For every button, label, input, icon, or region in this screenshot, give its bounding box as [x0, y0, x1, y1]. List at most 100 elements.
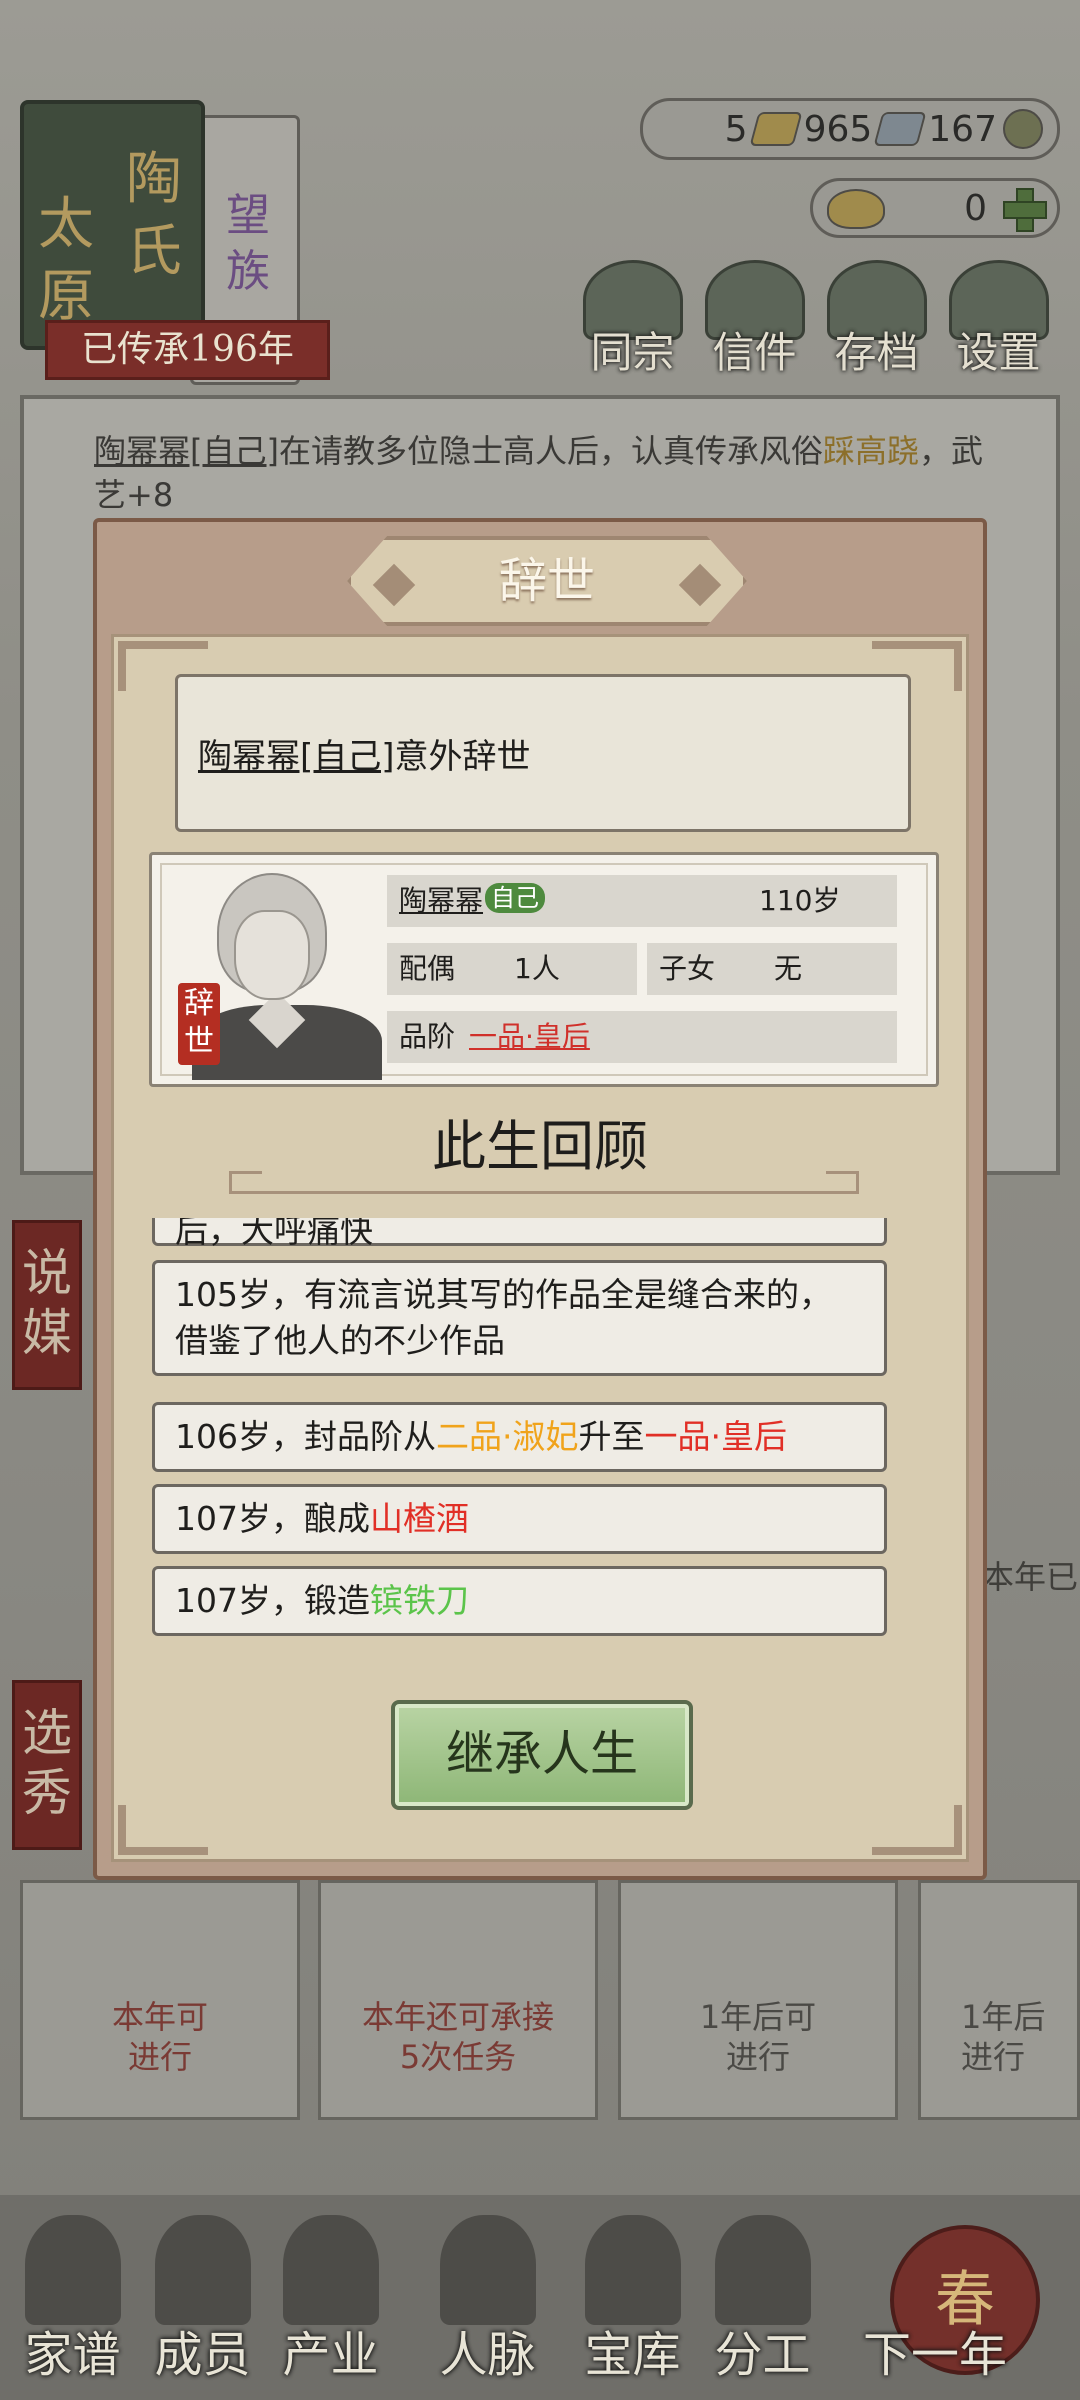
children-value: 无: [774, 952, 803, 985]
event-log-line: 陶幂幂[自己]在请教多位隐士高人后，认真传承风俗踩高跷，武艺+8: [94, 429, 1014, 517]
nav-network[interactable]: 人脉: [425, 2215, 550, 2395]
log-text: 在请教多位隐士高人后，认真传承风俗: [278, 432, 823, 470]
log-person-name: 陶幂幂[自己]: [94, 432, 279, 470]
family-tree-icon: [24, 2215, 121, 2325]
silver-bar-count: 965: [803, 108, 873, 150]
item-name-text: 镔铁刀: [370, 1581, 469, 1620]
children-label: 子女: [659, 952, 716, 985]
nav-label: 人脉: [439, 2327, 536, 2383]
partial-status-text: 本年已: [982, 1558, 1079, 1596]
nav-next-year[interactable]: 下一年: [845, 2215, 1025, 2395]
members-icon: [154, 2215, 251, 2325]
clan-name-book: 太 原 陶 氏: [20, 100, 205, 350]
silver-bar-icon: [873, 112, 927, 146]
matchmaking-label: 说媒: [22, 1244, 72, 1362]
activity-card[interactable]: 1年后可 进行: [618, 1880, 898, 2120]
new-rank-text: 一品·皇后: [644, 1417, 788, 1456]
life-review-list[interactable]: 后，大呼痛快 105岁，有流言说其写的作品全是缝合来的，借鉴了他人的不少作品 1…: [147, 1218, 947, 1638]
settings-button-label: 设置: [956, 328, 1041, 377]
review-item: 后，大呼痛快: [152, 1218, 887, 1250]
save-button[interactable]: 存档: [819, 260, 934, 380]
top-menu: 同宗 信件 存档 设置: [575, 260, 1075, 380]
profile-spouse-row: 配偶 1人: [387, 943, 637, 995]
nav-members[interactable]: 成员: [140, 2215, 265, 2395]
card-status: 本年可 进行: [111, 1998, 208, 2076]
dialog-title: 辞世: [498, 553, 595, 609]
log-highlight: 踩高跷: [823, 432, 920, 470]
review-item: 107岁，酿成山楂酒: [152, 1484, 887, 1554]
deceased-name-link[interactable]: 陶幂幂[自己]: [198, 737, 395, 777]
deceased-seal: 辞世: [178, 983, 220, 1065]
clan-button-label: 同宗: [590, 328, 675, 377]
profile-age: 110岁: [759, 884, 841, 917]
death-dialog: 辞世 陶幂幂[自己]意外辞世 辞世 陶幂幂自己 110岁 配偶 1人 子女 无: [93, 518, 987, 1880]
nav-label: 下一年: [862, 2327, 1007, 2383]
letters-button[interactable]: 信件: [697, 260, 812, 380]
letters-button-label: 信件: [712, 328, 797, 377]
activity-card[interactable]: 本年可 进行: [20, 1880, 300, 2120]
death-event-text: 陶幂幂[自己]意外辞世: [198, 729, 531, 778]
nav-label: 产业: [282, 2327, 379, 2383]
matchmaking-tag[interactable]: 说媒: [12, 1220, 82, 1390]
profile-rank-row: 品阶 一品·皇后: [387, 1011, 897, 1063]
gold-bar-count: 5: [724, 108, 748, 150]
clan-button[interactable]: 同宗: [575, 260, 690, 380]
ingot-count: 0: [964, 187, 987, 229]
clan-family-char: 氏: [126, 219, 182, 284]
item-name-text: 山楂酒: [370, 1499, 469, 1538]
settings-button[interactable]: 设置: [941, 260, 1056, 380]
life-review-title: 此生回顾: [432, 1115, 648, 1178]
activity-card[interactable]: 本年还可承接 5次任务: [318, 1880, 598, 2120]
bottom-nav: 家谱 成员 产业 人脉 宝库 分工 春 下一年: [0, 2195, 1080, 2400]
nav-division[interactable]: 分工: [700, 2215, 825, 2395]
nav-family-tree[interactable]: 家谱: [10, 2215, 135, 2395]
nav-label: 宝库: [584, 2327, 681, 2383]
spouse-value: 1人: [514, 952, 560, 985]
copper-coin-icon: [1003, 109, 1043, 149]
inherit-life-button[interactable]: 继承人生: [391, 1700, 693, 1810]
corner-ornament: [118, 1805, 208, 1855]
clan-rank-char: 族: [226, 246, 270, 297]
corner-ornament: [872, 1805, 962, 1855]
ingot-bar: 0: [810, 178, 1060, 238]
old-rank-text: 二品·淑妃: [436, 1417, 579, 1456]
clan-rank-char: 望: [226, 190, 270, 241]
nav-treasury[interactable]: 宝库: [570, 2215, 695, 2395]
nav-label: 家谱: [24, 2327, 121, 2383]
card-status: 1年后 进行: [961, 1998, 1046, 2076]
death-event-desc: 意外辞世: [394, 737, 531, 777]
selection-label: 选秀: [22, 1704, 72, 1822]
clan-book-banner[interactable]: 望 族 太 原 陶 氏 已传承196年: [10, 95, 330, 385]
rank-value-link[interactable]: 一品·皇后: [469, 1011, 590, 1063]
activity-card[interactable]: 1年后 进行: [918, 1880, 1080, 2120]
card-status: 1年后可 进行: [699, 1998, 817, 2076]
profile-name[interactable]: 陶幂幂: [399, 884, 483, 917]
review-item: 105岁，有流言说其写的作品全是缝合来的，借鉴了他人的不少作品: [152, 1260, 887, 1376]
add-ingot-icon[interactable]: [1001, 186, 1047, 232]
selection-tag[interactable]: 选秀: [12, 1680, 82, 1850]
copper-coin-count: 167: [928, 108, 997, 150]
treasury-icon: [584, 2215, 681, 2325]
nav-label: 成员: [154, 2327, 251, 2383]
profile-children-row: 子女 无: [647, 943, 897, 995]
card-status: 本年还可承接 5次任务: [361, 1998, 554, 2076]
self-badge: 自己: [485, 883, 546, 913]
gold-bar-icon: [749, 112, 803, 146]
heritage-ribbon: 已传承196年: [45, 320, 330, 380]
nav-label: 分工: [714, 2327, 811, 2383]
save-button-label: 存档: [834, 328, 919, 377]
profile-card: 辞世 陶幂幂 自己 110岁 配偶 1人 子女 无 品阶 一品·皇后: [149, 852, 939, 1087]
spouse-label: 配偶: [399, 952, 456, 985]
profile-name-row: 陶幂幂 自己 110岁: [387, 875, 897, 927]
review-item: 106岁，封品阶从二品·淑妃升至一品·皇后: [152, 1402, 887, 1472]
death-event-box: 陶幂幂[自己]意外辞世: [175, 674, 911, 832]
nav-industry[interactable]: 产业: [268, 2215, 393, 2395]
rank-label: 品阶: [399, 1020, 456, 1053]
division-scroll-icon: [714, 2215, 811, 2325]
review-item: 107岁，锻造镔铁刀: [152, 1566, 887, 1636]
clan-place-char: 太: [38, 192, 94, 257]
review-divider: [229, 1171, 859, 1194]
network-icon: [439, 2215, 536, 2325]
resource-bar: 5 965 167: [640, 98, 1060, 160]
industry-icon: [282, 2215, 379, 2325]
